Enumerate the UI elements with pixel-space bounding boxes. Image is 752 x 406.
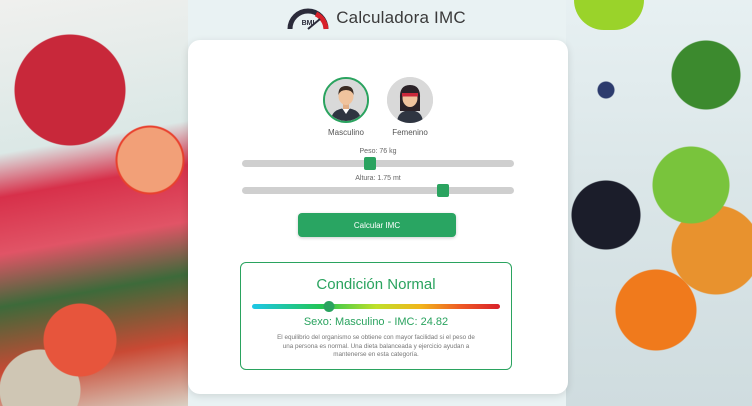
peso-label: Peso: 76 kg	[359, 148, 397, 155]
result-description: El equilibrio del organismo se obtiene c…	[277, 334, 475, 358]
female-avatar-icon[interactable]	[387, 77, 433, 123]
altura-slider[interactable]	[242, 184, 514, 197]
peso-slider[interactable]	[242, 157, 514, 170]
condition-title: Condición Normal	[316, 276, 436, 293]
gender-label-female: Femenino	[392, 128, 428, 137]
gender-selector: Masculino Femenino	[188, 77, 568, 137]
bmi-scale-bar	[252, 301, 500, 312]
gender-label-male: Masculino	[327, 128, 364, 137]
gender-option-male[interactable]: Masculino	[323, 77, 369, 137]
gender-option-female[interactable]: Femenino	[387, 77, 433, 137]
bmi-gauge-icon: BMI	[286, 5, 330, 31]
app-header: BMI Calculadora IMC	[0, 0, 752, 36]
calcular-imc-button[interactable]: Calcular IMC	[298, 213, 456, 237]
app-title: Calculadora IMC	[336, 8, 466, 27]
altura-slider-thumb[interactable]	[437, 184, 450, 197]
main-card: Masculino Femenino Peso: 76 kg Altura: 1…	[188, 40, 568, 394]
peso-slider-block: Peso: 76 kg	[242, 148, 514, 170]
result-summary: Sexo: Masculino - IMC: 24.82	[303, 316, 449, 328]
bmi-scale-marker	[323, 301, 335, 312]
background-photo-right	[566, 0, 752, 406]
background-photo-left	[0, 0, 188, 406]
result-panel: Condición Normal Sexo: Masculino - IMC: …	[240, 262, 512, 370]
altura-label: Altura: 1.75 mt	[355, 175, 401, 182]
peso-slider-thumb[interactable]	[363, 157, 376, 170]
logo-text: BMI	[302, 20, 315, 27]
altura-slider-block: Altura: 1.75 mt	[242, 175, 514, 197]
male-avatar-icon[interactable]	[323, 77, 369, 123]
